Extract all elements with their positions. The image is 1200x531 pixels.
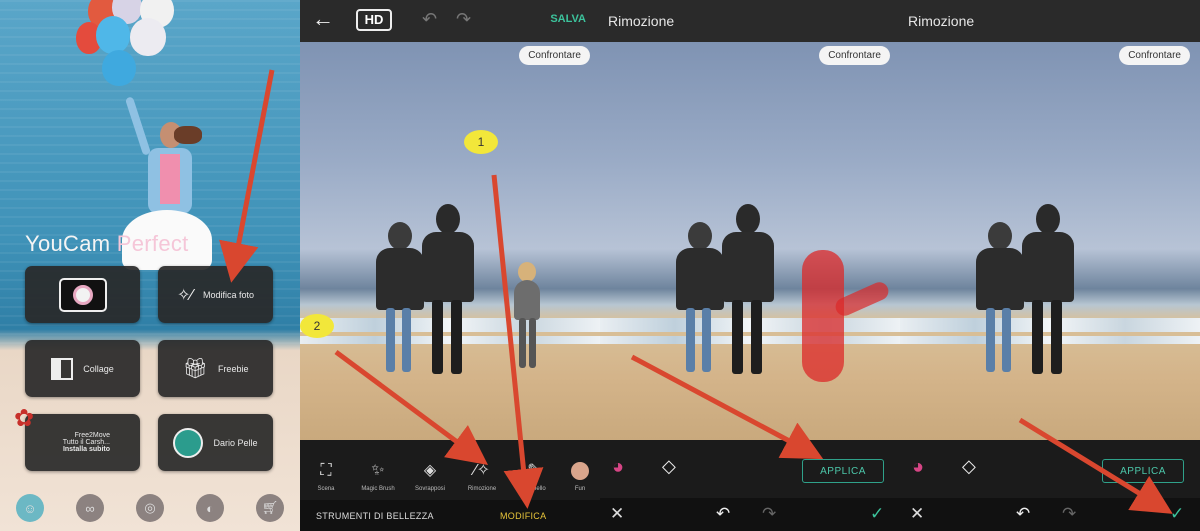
close-icon[interactable]: ✕ <box>910 504 924 524</box>
removal-wand-icon: ⁄✧ <box>473 462 491 479</box>
removal-header: Rimozione <box>600 0 900 42</box>
editor-screen: ← HD ↶ ↷ SALVA Confrontare 1 2 ⛶ Scena ✨… <box>300 0 600 531</box>
collage-label: Collage <box>83 363 114 374</box>
edit-photo-tile[interactable]: ✧⁄ Modifica foto <box>158 266 273 323</box>
brush-tool-icon[interactable]: ◕ <box>612 456 624 479</box>
edit-photo-label: Modifica foto <box>203 289 255 300</box>
tool-removal[interactable]: ⁄✧ Rimozione <box>456 440 508 500</box>
step-marker-1: 1 <box>464 130 498 154</box>
apply-button[interactable]: APPLICA <box>1102 459 1184 483</box>
tool-fun[interactable]: Fun <box>560 440 600 500</box>
removal-screen-brushed: Rimozione Confrontare ◕ ◇ APPLICA ✕ ↶ ↷ … <box>600 0 900 531</box>
cart-icon[interactable]: 🛒︎ <box>256 494 284 522</box>
person <box>718 204 778 384</box>
gift-icon: 🎁︎ <box>182 358 208 380</box>
hd-button[interactable]: HD <box>356 9 392 31</box>
profile-tile[interactable]: Dario Pelle <box>158 414 273 471</box>
app-logo: YouCam Perfect <box>25 231 189 256</box>
brush-icon: ✎ <box>527 462 541 479</box>
tool-brush[interactable]: ✎ Pennello <box>508 440 560 500</box>
child <box>510 262 544 378</box>
compare-button[interactable]: Confrontare <box>519 46 590 65</box>
tool-overlay[interactable]: ◈ Sovrapposi <box>404 440 456 500</box>
page-title: Rimozione <box>908 13 975 29</box>
save-button[interactable]: SALVA <box>550 13 586 25</box>
sticker-icon[interactable]: ◐ <box>196 494 224 522</box>
compare-button[interactable]: Confrontare <box>819 46 890 65</box>
removal-footer: ✕ ↶ ↷ ✓ <box>900 498 1200 531</box>
tab-edit[interactable]: MODIFICA <box>500 511 546 521</box>
balloon <box>102 50 136 86</box>
undo-icon[interactable]: ↶ <box>422 9 437 30</box>
editor-toolbar: ← HD ↶ ↷ SALVA <box>300 0 600 42</box>
brush-tool-icon[interactable]: ◕ <box>912 456 924 479</box>
freebie-tile[interactable]: 🎁︎ Freebie <box>158 340 273 397</box>
removal-header: Rimozione <box>900 0 1200 42</box>
camera-icon <box>58 277 107 312</box>
magic-brush-icon: ✨︎ <box>371 462 385 479</box>
compare-button[interactable]: Confrontare <box>1119 46 1190 65</box>
youcam-home-screen: YouCam Perfect ✧⁄ Modifica foto Collage … <box>0 0 300 531</box>
back-arrow-icon[interactable]: ← <box>312 6 334 32</box>
profile-name: Dario Pelle <box>213 437 258 448</box>
redo-icon[interactable]: ↷ <box>1062 504 1076 524</box>
removal-brush-mask <box>802 250 844 382</box>
eraser-icon[interactable]: ◇ <box>662 456 676 477</box>
removal-footer: ✕ ↶ ↷ ✓ <box>600 498 900 531</box>
scene-icon: ⛶ <box>320 462 332 479</box>
link-icon[interactable]: ∞ <box>76 494 104 522</box>
tab-beauty-tools[interactable]: STRUMENTI DI BELLEZZA <box>316 511 434 521</box>
page-title: Rimozione <box>608 13 675 29</box>
ad-title: Free2Move <box>74 432 110 439</box>
confirm-check-icon[interactable]: ✓ <box>870 504 884 524</box>
collage-tile[interactable]: Collage <box>25 340 140 397</box>
face-icon <box>571 462 589 480</box>
freebie-label: Freebie <box>217 363 249 374</box>
ad-subtitle: Tutto il Carsh... <box>62 439 110 446</box>
emoji-icon[interactable]: ☺ <box>16 494 44 522</box>
collage-icon <box>51 357 74 380</box>
undo-icon[interactable]: ↶ <box>716 504 730 524</box>
person <box>418 204 478 384</box>
balloon <box>130 18 166 56</box>
undo-icon[interactable]: ↶ <box>1016 504 1030 524</box>
redo-icon[interactable]: ↷ <box>456 9 471 30</box>
beach-photo: Confrontare <box>600 42 900 440</box>
camera-lens-icon[interactable]: ◎ <box>136 494 164 522</box>
ad-cta[interactable]: Installa subito <box>63 446 110 453</box>
step-marker-2: 2 <box>300 314 334 338</box>
ribbon-icon: ✿ <box>14 405 35 432</box>
close-icon[interactable]: ✕ <box>610 504 624 524</box>
tool-magic-brush[interactable]: ✨︎ Magic Brush <box>352 440 404 500</box>
layers-icon: ◈ <box>423 462 437 479</box>
editor-tabs: STRUMENTI DI BELLEZZA MODIFICA <box>300 500 600 531</box>
balloon <box>96 16 130 54</box>
tool-row: ⛶ Scena ✨︎ Magic Brush ◈ Sovrapposi ⁄✧ Rimoz… <box>300 440 600 500</box>
apply-button[interactable]: APPLICA <box>802 459 884 483</box>
eraser-icon[interactable]: ◇ <box>962 456 976 477</box>
magic-wand-icon: ✧⁄ <box>176 286 194 304</box>
removal-screen-result: Rimozione Confrontare ◕ ◇ APPLICA ✕ ↶ ↷ … <box>900 0 1200 531</box>
redo-icon[interactable]: ↷ <box>762 504 776 524</box>
camera-tile[interactable] <box>25 266 140 323</box>
avatar <box>173 427 204 458</box>
person <box>1018 204 1078 384</box>
beach-photo: Confrontare <box>900 42 1200 440</box>
confirm-check-icon[interactable]: ✓ <box>1170 504 1184 524</box>
tool-scene[interactable]: ⛶ Scena <box>300 440 352 500</box>
beach-photo: Confrontare <box>300 42 600 440</box>
